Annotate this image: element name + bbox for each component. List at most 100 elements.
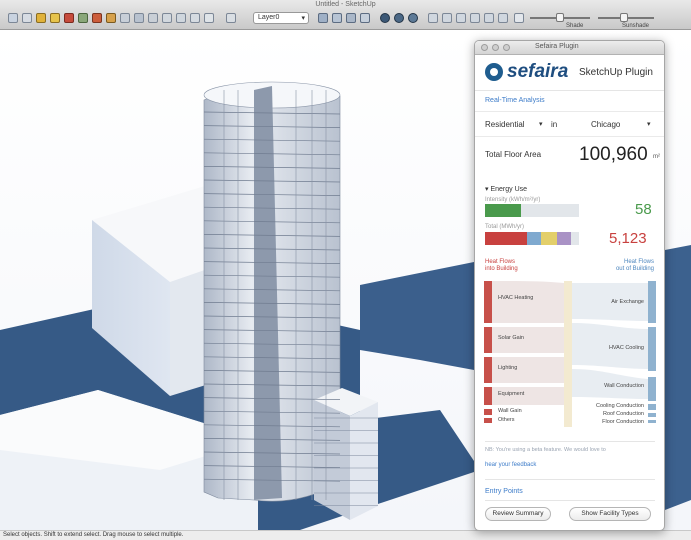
wireframe-icon[interactable] (346, 13, 356, 23)
flow-label-equipment: Equipment (498, 391, 525, 397)
flow-label-hvac-heating: HVAC Heating (498, 295, 534, 301)
flow-in-bar-others (484, 418, 492, 423)
total-floor-area-value: 100,960 (579, 144, 648, 165)
total-floor-area-unit: m² (653, 154, 660, 160)
flow-out-bar-floor (648, 420, 656, 423)
right-view-icon[interactable] (470, 13, 480, 23)
heat-in-header: Heat Flows into Building (485, 259, 518, 273)
flow-label-wall-conduction: Wall Conduction (604, 383, 644, 389)
sunshade-slider-handle[interactable] (620, 13, 628, 22)
heat-out-label-1: Heat Flows (623, 259, 654, 265)
entry-points-heading: Entry Points (485, 488, 523, 495)
intensity-label: Intensity (kWh/m²/yr) (485, 197, 541, 203)
flow-out-bar-cool-cond (648, 404, 656, 410)
total-energy-bar (485, 232, 579, 245)
zoom-extents-icon[interactable] (204, 13, 214, 23)
style-icon[interactable] (318, 13, 328, 23)
top-view-icon[interactable] (442, 13, 452, 23)
pencil-tool-icon[interactable] (36, 13, 46, 23)
orbit-tool-icon[interactable] (162, 13, 172, 23)
shaded-icon[interactable] (380, 13, 390, 23)
paint-bucket-icon[interactable] (50, 13, 60, 23)
total-bar-lighting (541, 232, 557, 245)
brand-header: sefaira SketchUp Plugin (475, 55, 664, 91)
rotate-tool-icon[interactable] (106, 13, 116, 23)
ground-shadow-far (360, 262, 474, 370)
heat-in-label-2: into Building (485, 266, 518, 272)
energy-use-heading[interactable]: ▾ Energy Use (485, 185, 527, 193)
realtime-analysis-link[interactable]: Real-Time Analysis (475, 91, 664, 109)
flow-in-bar-equipment (484, 387, 492, 405)
toolbar: Untitled - SketchUp Layer0 ▾ Shade Sunsh… (0, 0, 691, 30)
total-bar-heating (485, 232, 527, 245)
feedback-link[interactable]: hear your feedback (485, 462, 536, 468)
flow-label-air-exchange: Air Exchange (611, 299, 644, 305)
sunshade-slider-label: Sunshade (622, 23, 650, 29)
back-view-icon[interactable] (484, 13, 494, 23)
left-view-icon[interactable] (498, 13, 508, 23)
zoom-icon[interactable] (503, 44, 510, 51)
review-summary-button[interactable]: Review Summary (485, 507, 551, 521)
heat-out-label-2: out of Building (615, 266, 654, 272)
window-title: Untitled - SketchUp (315, 1, 376, 8)
total-bar-cooling (527, 232, 541, 245)
total-energy-label: Total (MWh/yr) (485, 224, 524, 230)
monochrome-icon[interactable] (408, 13, 418, 23)
flow-in-bar-wall (484, 409, 492, 415)
select-tool-icon[interactable] (8, 13, 18, 23)
divider (485, 441, 655, 442)
xray-icon[interactable] (332, 13, 342, 23)
building-type-select[interactable]: Residential (485, 120, 525, 129)
flow-out-bar-roof (648, 413, 656, 417)
flow-out-bar-air (648, 281, 656, 323)
flow-in-bar-hvac (484, 281, 492, 323)
total-bar-equipment (557, 232, 571, 245)
layer-select[interactable]: Layer0 ▾ (253, 12, 309, 24)
close-icon[interactable] (481, 44, 488, 51)
flow-out-bar-wall (648, 377, 656, 401)
flow-in-bar-lighting (484, 357, 492, 383)
brand-name: sefaira (507, 61, 569, 82)
intensity-value: 58 (635, 201, 652, 218)
layer-icon (226, 13, 236, 23)
flow-label-hvac-cooling: HVAC Cooling (608, 345, 644, 351)
shadow-toggle-icon[interactable] (514, 13, 524, 23)
shade-slider-handle[interactable] (556, 13, 564, 22)
total-energy-value: 5,123 (609, 230, 647, 247)
hidden-line-icon[interactable] (360, 13, 370, 23)
text-tool-icon[interactable] (148, 13, 158, 23)
textured-icon[interactable] (394, 13, 404, 23)
beta-footnote: NB: You're using a beta feature. We woul… (485, 447, 606, 453)
intensity-bar-track (485, 204, 579, 217)
pan-tool-icon[interactable] (176, 13, 186, 23)
sefaira-logo-icon (485, 63, 503, 81)
flow-label-solar-gain: Solar Gain (498, 335, 524, 341)
offset-tool-icon[interactable] (120, 13, 130, 23)
show-facility-types-button[interactable]: Show Facility Types (569, 507, 651, 521)
intensity-bar-fill (485, 204, 521, 217)
iso-view-icon[interactable] (428, 13, 438, 23)
brand-subtitle: SketchUp Plugin (579, 67, 653, 78)
shade-slider-label: Shade (566, 23, 584, 29)
panel-titlebar[interactable]: Sefaira Plugin (475, 41, 664, 55)
ground-shadow-right (665, 245, 691, 510)
move-tool-icon[interactable] (92, 13, 102, 23)
panel-title: Sefaira Plugin (535, 43, 579, 50)
tape-measure-icon[interactable] (134, 13, 144, 23)
chevron-down-icon[interactable]: ▾ (539, 120, 543, 128)
push-pull-icon[interactable] (78, 13, 88, 23)
chevron-down-icon[interactable]: ▾ (647, 120, 651, 128)
heat-in-label-1: Heat Flows (485, 259, 516, 265)
minimize-icon[interactable] (492, 44, 499, 51)
zoom-tool-icon[interactable] (190, 13, 200, 23)
building-settings-row: Residential ▾ in Chicago ▾ (475, 111, 664, 137)
heat-flow-diagram: HVAC Heating Solar Gain Lighting Equipme… (482, 279, 658, 429)
divider (485, 500, 655, 501)
flow-in-bar-solar (484, 327, 492, 353)
eraser-tool-icon[interactable] (22, 13, 32, 23)
in-label: in (551, 120, 558, 129)
location-select[interactable]: Chicago (591, 120, 620, 129)
front-view-icon[interactable] (456, 13, 466, 23)
rectangle-tool-icon[interactable] (64, 13, 74, 23)
layer-select-value: Layer0 (258, 14, 280, 21)
